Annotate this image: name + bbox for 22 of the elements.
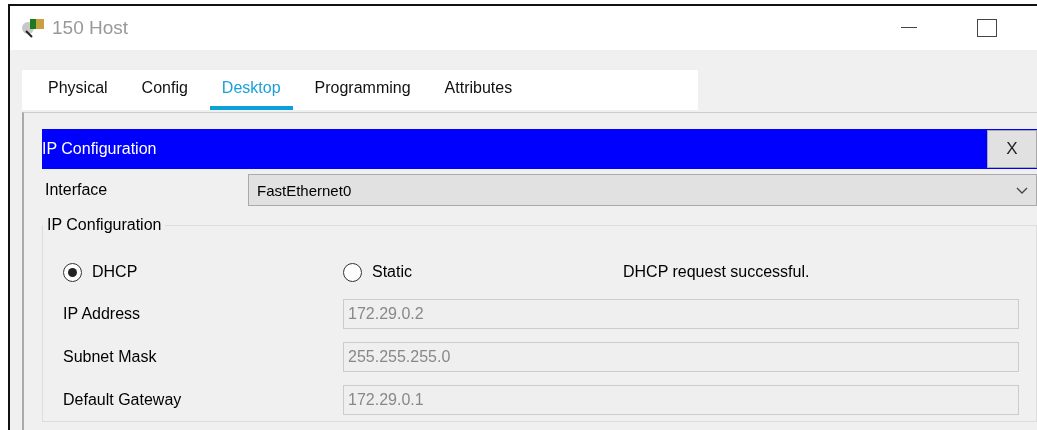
- group-legend: IP Configuration: [43, 216, 166, 234]
- status-message: DHCP request successful.: [623, 263, 810, 281]
- interface-dropdown[interactable]: FastEthernet0: [248, 174, 1037, 206]
- tab[interactable]: Programming: [302, 73, 423, 110]
- tab[interactable]: Config: [129, 73, 200, 110]
- field-label: IP Address: [63, 304, 142, 323]
- field-label: Default Gateway: [63, 390, 183, 409]
- interface-label: Interface: [44, 181, 109, 199]
- radio-button[interactable]: [63, 262, 82, 282]
- panel-title: IP Configuration: [42, 140, 157, 158]
- minimize-icon[interactable]: [901, 27, 917, 29]
- chevron-down-icon: [1016, 186, 1028, 194]
- maximize-icon[interactable]: [977, 19, 997, 37]
- radio-button[interactable]: [343, 262, 362, 282]
- close-button[interactable]: X: [987, 130, 1037, 168]
- radio-label: Static: [372, 263, 412, 281]
- window-title: 150 Host: [52, 17, 129, 39]
- tab[interactable]: Attributes: [432, 73, 525, 110]
- host-icon: [20, 17, 46, 39]
- radio-label: DHCP: [92, 263, 138, 281]
- tab[interactable]: Physical: [36, 73, 120, 110]
- field-label: Subnet Mask: [63, 347, 158, 366]
